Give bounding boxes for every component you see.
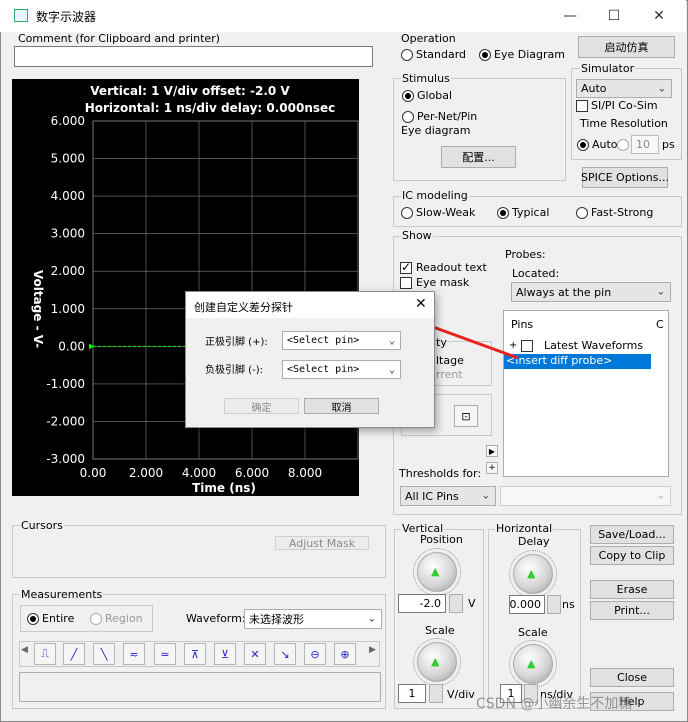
chevron-down-icon: ⌄: [388, 364, 395, 375]
chevron-down-icon: ⌄: [388, 335, 395, 346]
dialog-title: 创建自定义差分探针: [194, 301, 293, 314]
negative-pin-select[interactable]: <Select pin> ⌄: [282, 360, 401, 379]
watermark: CSDN @小幽余生不加糖: [476, 696, 633, 712]
dialog-cancel-button[interactable]: 取消: [304, 398, 379, 414]
dialog-close-icon[interactable]: ✕: [415, 296, 427, 312]
positive-pin-value: <Select pin>: [287, 335, 360, 346]
positive-pin-select[interactable]: <Select pin> ⌄: [282, 331, 401, 350]
positive-pin-label: 正极引脚 (+):: [205, 337, 268, 348]
negative-pin-label: 负极引脚 (-):: [205, 365, 263, 376]
negative-pin-value: <Select pin>: [287, 364, 360, 375]
diff-probe-dialog: 创建自定义差分探针 ✕ 正极引脚 (+): <Select pin> ⌄ 负极引脚…: [185, 291, 435, 428]
dialog-ok-button[interactable]: 确定: [224, 398, 299, 414]
